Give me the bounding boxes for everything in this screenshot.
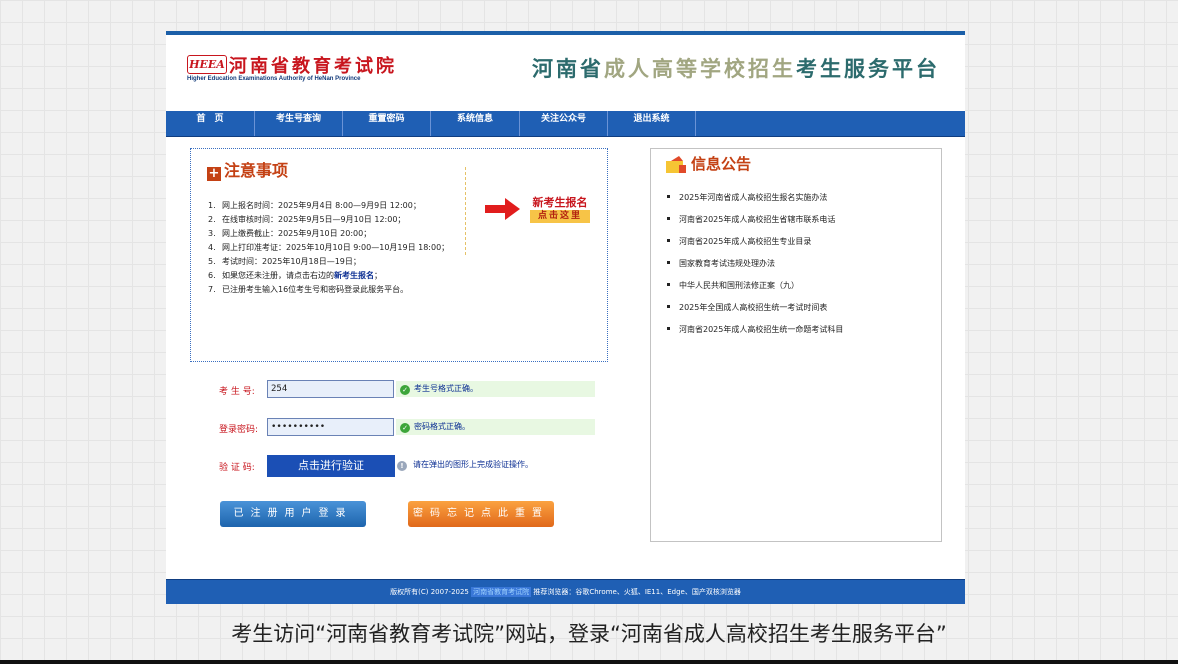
check-icon: ✓: [400, 385, 410, 395]
notice-item: 6. 如果您还未注册，请点击右边的新考生报名；: [208, 269, 473, 283]
plus-icon: +: [207, 166, 221, 181]
info-item[interactable]: 中华人民共和国刑法修正案（九）: [667, 279, 843, 301]
main-nav: 首 页 考生号查询 重置密码 系统信息 关注公众号 退出系统: [166, 111, 965, 137]
notice-list: 1. 网上报名时间：2025年9月4日 8:00—9月9日 12:00； 2. 在线…: [208, 199, 473, 297]
logo-english-name: Higher Education Examinations Authority …: [187, 76, 361, 82]
info-item[interactable]: 2025年河南省成人高校招生报名实施办法: [667, 191, 843, 213]
logo-name: 河南省教育考试院: [229, 56, 397, 77]
notice-item: 2. 在线审核时间：2025年9月5日—9月10日 12:00；: [208, 213, 473, 227]
notice-item-number: 1.: [208, 201, 216, 210]
captcha-verify-button[interactable]: 点击进行验证: [267, 455, 395, 477]
reset-password-button[interactable]: 密码忘记点此重置: [408, 501, 554, 527]
captcha-label: 验 证 码:: [219, 463, 255, 473]
recommended-browsers: 推荐浏览器：谷歌Chrome、火狐、IE11、Edge、国产双核浏览器: [533, 588, 741, 596]
notice-item-text: 已注册考生输入16位考生号和密码登录此服务平台。: [222, 285, 409, 294]
nav-exam-number-query[interactable]: 考生号查询: [255, 111, 343, 136]
bottom-bar: [0, 660, 1178, 664]
notice-item-text: 考试时间：2025年10月18日—19日；: [222, 257, 361, 266]
nav-logout[interactable]: 退出系统: [608, 111, 696, 136]
platform-title-part1: 河南省: [532, 57, 604, 81]
info-item[interactable]: 河南省2025年成人高校招生省辖市联系电话: [667, 213, 843, 235]
info-item[interactable]: 国家教育考试违规处理办法: [667, 257, 843, 279]
notice-item-number: 2.: [208, 215, 216, 224]
notice-item-text-end: ；: [374, 271, 382, 280]
platform-title-part3: 考生服务平台: [796, 57, 940, 81]
site-footer: 版权所有(C) 2007-2025 河南省教育考试院 推荐浏览器：谷歌Chrom…: [166, 579, 965, 604]
info-panel: 信息公告 2025年河南省成人高校招生报名实施办法 河南省2025年成人高校招生…: [650, 148, 942, 542]
info-item[interactable]: 河南省2025年成人高校招生统一命题考试科目: [667, 323, 843, 345]
notice-item: 5. 考试时间：2025年10月18日—19日；: [208, 255, 473, 269]
notice-title-text: 注意事项: [224, 161, 289, 180]
notice-item-number: 6.: [208, 271, 216, 280]
notice-item: 7. 已注册考生输入16位考生号和密码登录此服务平台。: [208, 283, 473, 297]
info-title: 信息公告: [691, 155, 752, 173]
check-icon: ✓: [400, 423, 410, 433]
password-hint-text: 密码格式正确。: [414, 422, 470, 431]
site-header: HEEA 河南省教育考试院 Higher Education Examinati…: [166, 35, 965, 137]
info-icon: !: [397, 461, 407, 471]
announcement-icon: [666, 156, 686, 173]
logo-mark-icon: HEEA: [187, 55, 227, 74]
notice-item-text: 在线审核时间：2025年9月5日—9月10日 12:00；: [222, 215, 406, 224]
notice-item-text: 网上报名时间：2025年9月4日 8:00—9月9日 12:00；: [222, 201, 421, 210]
info-item[interactable]: 河南省2025年成人高校招生专业目录: [667, 235, 843, 257]
notice-item-number: 3.: [208, 229, 216, 238]
main-page: HEEA 河南省教育考试院 Higher Education Examinati…: [166, 31, 965, 604]
captcha-hint: ! 请在弹出的图形上完成验证操作。: [397, 457, 533, 473]
notice-panel: + 注意事项 1. 网上报名时间：2025年9月4日 8:00—9月9日 12:00…: [190, 148, 608, 362]
password-input[interactable]: [267, 418, 394, 436]
notice-item-number: 5.: [208, 257, 216, 266]
notice-item-text: 网上缴费截止：2025年9月10日 20:00；: [222, 229, 372, 238]
arrow-right-icon: [485, 198, 520, 220]
login-button[interactable]: 已注册用户登录: [220, 501, 366, 527]
notice-item: 3. 网上缴费截止：2025年9月10日 20:00；: [208, 227, 473, 241]
notice-item-number: 4.: [208, 243, 216, 252]
exam-number-hint: ✓ 考生号格式正确。: [396, 381, 595, 397]
new-registration-title: 新考生报名: [532, 196, 588, 209]
new-registration-link[interactable]: 新考生报名: [334, 271, 374, 280]
video-caption: 考生访问“河南省教育考试院”网站，登录“河南省成人高校招生考生服务平台”: [231, 622, 947, 646]
nav-home[interactable]: 首 页: [166, 111, 255, 136]
exam-number-hint-text: 考生号格式正确。: [414, 384, 478, 393]
nav-system-info[interactable]: 系统信息: [431, 111, 520, 136]
nav-follow-account[interactable]: 关注公众号: [520, 111, 608, 136]
click-here-button[interactable]: 点击这里: [530, 210, 590, 223]
copyright-text: 版权所有(C) 2007-2025: [390, 588, 469, 596]
notice-item: 4. 网上打印准考证：2025年10月10日 9:00—10月19日 18:00；: [208, 241, 473, 255]
notice-title: + 注意事项: [207, 157, 288, 181]
notice-item-text: 如果您还未注册，请点击右边的: [222, 271, 334, 280]
info-list: 2025年河南省成人高校招生报名实施办法 河南省2025年成人高校招生省辖市联系…: [667, 191, 843, 345]
new-registration-button[interactable]: 新考生报名 点击这里: [530, 196, 590, 223]
password-label: 登录密码:: [219, 425, 259, 435]
info-item[interactable]: 2025年全国成人高校招生统一考试时间表: [667, 301, 843, 323]
captcha-hint-text: 请在弹出的图形上完成验证操作。: [413, 460, 533, 469]
notice-item: 1. 网上报名时间：2025年9月4日 8:00—9月9日 12:00；: [208, 199, 473, 213]
notice-item-text: 网上打印准考证：2025年10月10日 9:00—10月19日 18:00；: [222, 243, 450, 252]
nav-reset-password[interactable]: 重置密码: [343, 111, 431, 136]
notice-item-number: 7.: [208, 285, 216, 294]
platform-title-part2: 成人高等学校招生: [604, 57, 796, 81]
footer-org-link[interactable]: 河南省教育考试院: [471, 587, 532, 597]
platform-title: 河南省成人高等学校招生考生服务平台: [532, 53, 940, 83]
notice-divider: [465, 167, 466, 255]
exam-number-input[interactable]: [267, 380, 394, 398]
password-hint: ✓ 密码格式正确。: [396, 419, 595, 435]
exam-number-label: 考 生 号:: [219, 387, 255, 397]
